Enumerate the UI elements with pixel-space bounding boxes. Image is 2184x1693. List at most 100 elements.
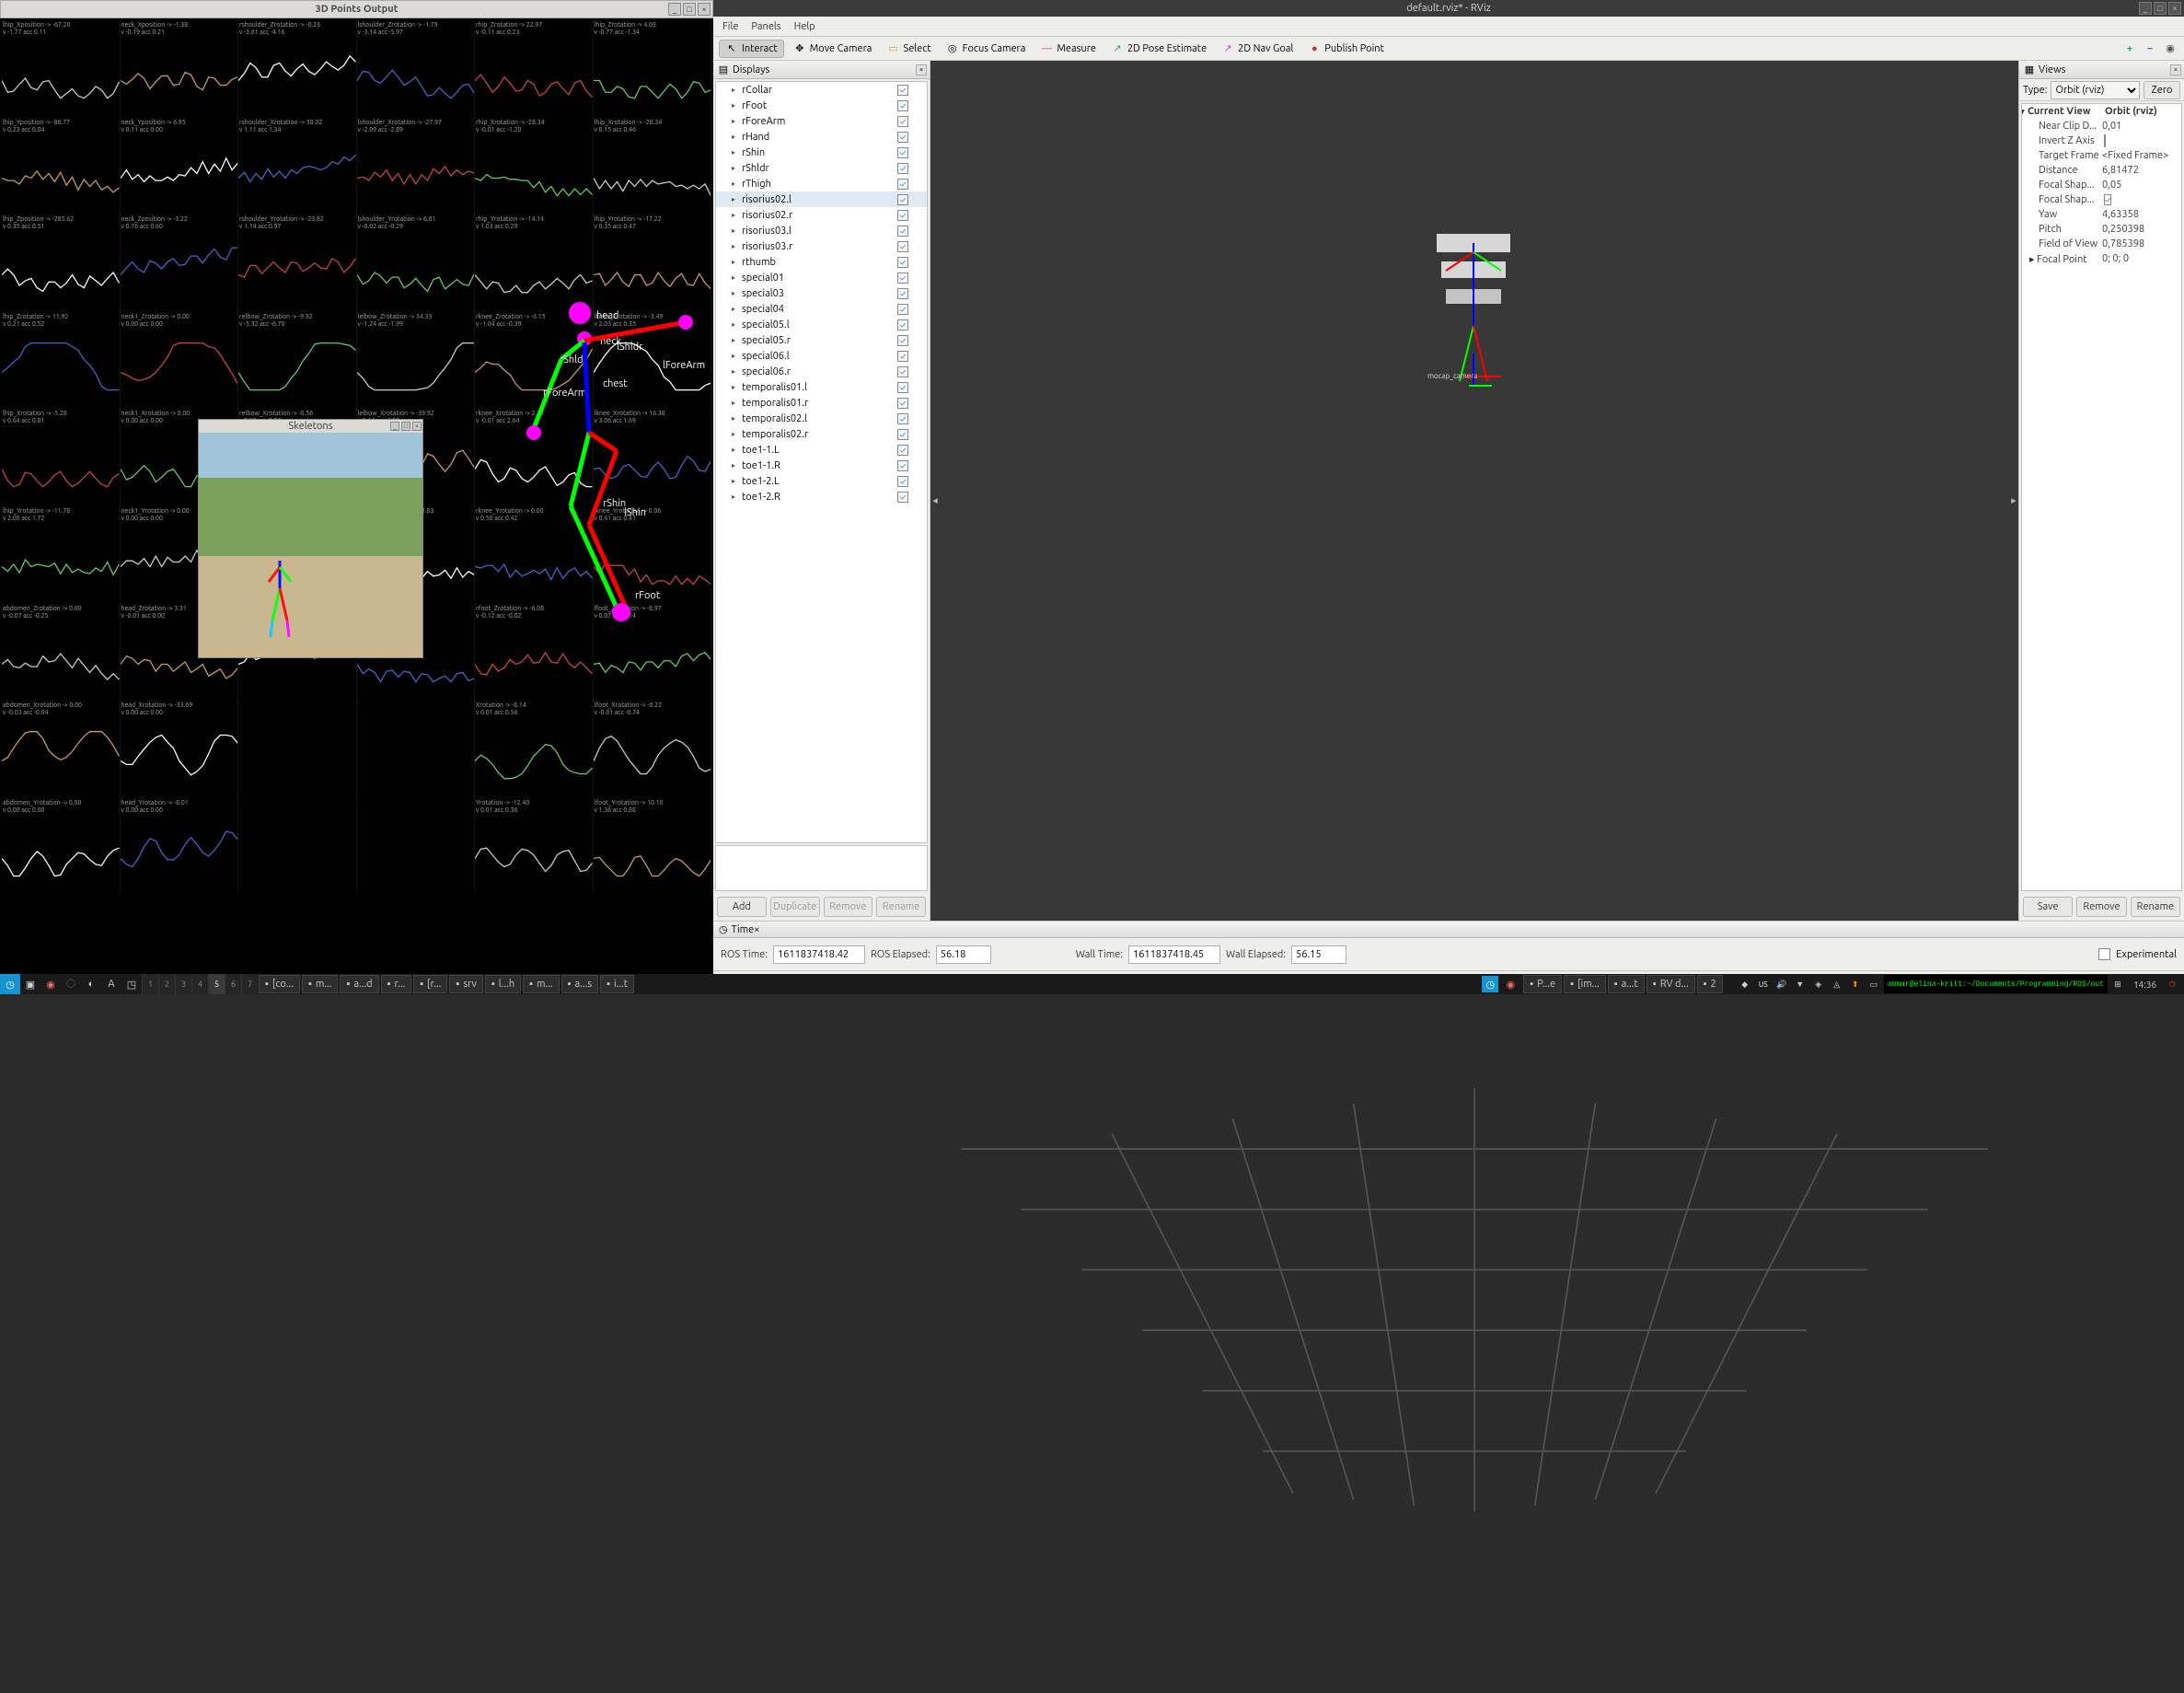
view-property-row[interactable]: Field of View0,785398 [2022,237,2181,251]
views-save-button[interactable]: Save [2023,897,2073,917]
display-visibility-checkbox[interactable]: ✓ [897,194,908,205]
tb-firefox2-icon[interactable]: ◉ [1500,974,1520,994]
display-item[interactable]: ▸temporalis01.r✓ [716,395,927,411]
skeletons-window[interactable]: Skeletons _ □ × [198,419,423,658]
expand-arrow-icon[interactable]: ▸ [729,493,738,501]
workspace-4[interactable]: 4 [191,974,208,994]
add-tool-button[interactable]: + [2121,41,2138,57]
expand-arrow-icon[interactable]: ▸ [729,101,738,110]
tool-2d-pose-estimate[interactable]: ↗2D Pose Estimate [1105,41,1212,57]
display-item[interactable]: ▸risorius03.l✓ [716,223,927,238]
rviz-minimize-button[interactable]: _ [2139,2,2152,15]
display-item[interactable]: ▸risorius03.r✓ [716,238,927,254]
remove-button[interactable]: Remove [824,897,873,917]
tray-clipboard-icon[interactable]: ▭ [1866,976,1882,992]
display-visibility-checkbox[interactable]: ✓ [897,335,908,346]
expand-arrow-icon[interactable]: ▸ [729,211,738,219]
remove-tool-button[interactable]: − [2142,41,2158,57]
display-item[interactable]: ▸rHand✓ [716,129,927,145]
sk-maximize-button[interactable]: □ [401,422,410,431]
display-item[interactable]: ▸rForeArm✓ [716,113,927,129]
ros-time-value[interactable]: 1611837418.42 [773,945,865,964]
points-title-bar[interactable]: 3D Points Output _ □ × [0,0,713,18]
display-item[interactable]: ▸toe1-1.R✓ [716,458,927,473]
expand-arrow-icon[interactable]: ▸ [729,305,738,313]
tray-keyboard[interactable]: US [1755,976,1772,992]
display-item[interactable]: ▸rthumb✓ [716,254,927,270]
taskbar-task[interactable]: ▪a...s [561,975,598,993]
display-visibility-checkbox[interactable]: ✓ [897,398,908,409]
displays-header[interactable]: ▤ Displays × [713,61,930,79]
display-visibility-checkbox[interactable]: ✓ [897,179,908,190]
taskbar-task[interactable]: ▪[r... [413,975,447,993]
tray-bluetooth-icon[interactable]: ◈ [1810,976,1827,992]
rviz-close-button[interactable]: × [2168,2,2181,15]
tray-wifi-icon[interactable]: ◬ [1829,976,1845,992]
tray-app1[interactable]: ◆ [1737,976,1753,992]
display-visibility-checkbox[interactable]: ✓ [897,163,908,174]
display-visibility-checkbox[interactable]: ✓ [897,210,908,221]
sk-close-button[interactable]: × [412,422,422,431]
display-visibility-checkbox[interactable]: ✓ [897,476,908,487]
display-item[interactable]: ▸special03✓ [716,285,927,301]
expand-arrow-icon[interactable]: ▸ [729,133,738,141]
display-visibility-checkbox[interactable]: ✓ [897,319,908,330]
network-icon[interactable]: ◳ [121,974,142,994]
display-visibility-checkbox[interactable]: ✓ [897,147,908,158]
tray-updates-icon[interactable]: ⬆ [1847,976,1864,992]
display-item[interactable]: ▸rShldr✓ [716,160,927,176]
rviz-title-bar[interactable]: default.rviz* - RViz _ □ × [713,0,2184,17]
view-property-row[interactable]: Focal Shap...✓ [2022,192,2181,207]
display-visibility-checkbox[interactable]: ✓ [897,257,908,268]
close-button[interactable]: × [698,3,711,16]
minimize-button[interactable]: _ [668,3,681,16]
display-item[interactable]: ▸special01✓ [716,270,927,285]
display-item[interactable]: ▸special06.l✓ [716,348,927,364]
display-item[interactable]: ▸special05.r✓ [716,332,927,348]
views-header[interactable]: ▦ Views × [2019,61,2184,79]
view-property-row[interactable]: Near Clip D...0,01 [2022,119,2181,133]
display-visibility-checkbox[interactable]: ✓ [897,382,908,393]
taskbar-task[interactable]: ▪r... [381,975,412,993]
expand-arrow-icon[interactable]: ▸ [729,446,738,454]
display-item[interactable]: ▸toe1-2.L✓ [716,473,927,489]
expand-arrow-icon[interactable]: ▸ [729,461,738,470]
rviz-maximize-button[interactable]: □ [2154,2,2167,15]
tray-terminal[interactable]: ammar@elina-kritt:~/Documents/Programmin… [1884,975,2108,993]
display-item[interactable]: ▸special06.r✓ [716,364,927,379]
app-icon[interactable]: ◌ [61,974,81,994]
workspace-1[interactable]: 1 [142,974,158,994]
display-visibility-checkbox[interactable]: ✓ [897,226,908,237]
views-type-select[interactable]: Orbit (rviz) [2051,81,2140,99]
display-visibility-checkbox[interactable]: ✓ [897,100,908,111]
tool-focus-camera[interactable]: ◎Focus Camera [941,41,1032,57]
display-visibility-checkbox[interactable]: ✓ [897,460,908,471]
workspace-3[interactable]: 3 [175,974,191,994]
views-close-button[interactable]: × [2170,64,2181,75]
expand-arrow-icon[interactable]: ▸ [729,117,738,125]
expand-arrow-icon[interactable]: ▸ [729,195,738,203]
tb-start2-icon[interactable]: ◷ [1482,976,1498,992]
expand-arrow-icon[interactable]: ▸ [729,352,738,360]
viewport[interactable]: ◂ ▸ [930,61,2018,921]
sk-minimize-button[interactable]: _ [390,422,399,431]
display-visibility-checkbox[interactable]: ✓ [897,492,908,503]
text-editor-icon[interactable]: A [101,974,121,994]
expand-arrow-icon[interactable]: ▸ [729,273,738,282]
display-visibility-checkbox[interactable]: ✓ [897,366,908,377]
menu-help[interactable]: Help [794,21,815,32]
display-visibility-checkbox[interactable]: ✓ [897,288,908,299]
display-item[interactable]: ▸temporalis02.l✓ [716,411,927,426]
taskbar-task[interactable]: ▪l...h [485,975,521,993]
taskbar-task[interactable]: ▪2 [1697,975,1723,993]
workspace-6[interactable]: 6 [225,974,241,994]
time-header[interactable]: ◷ Time × [713,922,2184,938]
expand-arrow-icon[interactable]: ▸ [729,320,738,329]
display-visibility-checkbox[interactable]: ✓ [897,429,908,440]
taskbar-clock[interactable]: 14:36 [2128,980,2162,990]
expand-arrow-icon[interactable]: ▸ [729,289,738,297]
expand-arrow-icon[interactable]: ▸ [729,414,738,423]
expand-arrow-icon[interactable]: ▸ [729,477,738,485]
display-item[interactable]: ▸special04✓ [716,301,927,317]
display-visibility-checkbox[interactable]: ✓ [897,351,908,362]
